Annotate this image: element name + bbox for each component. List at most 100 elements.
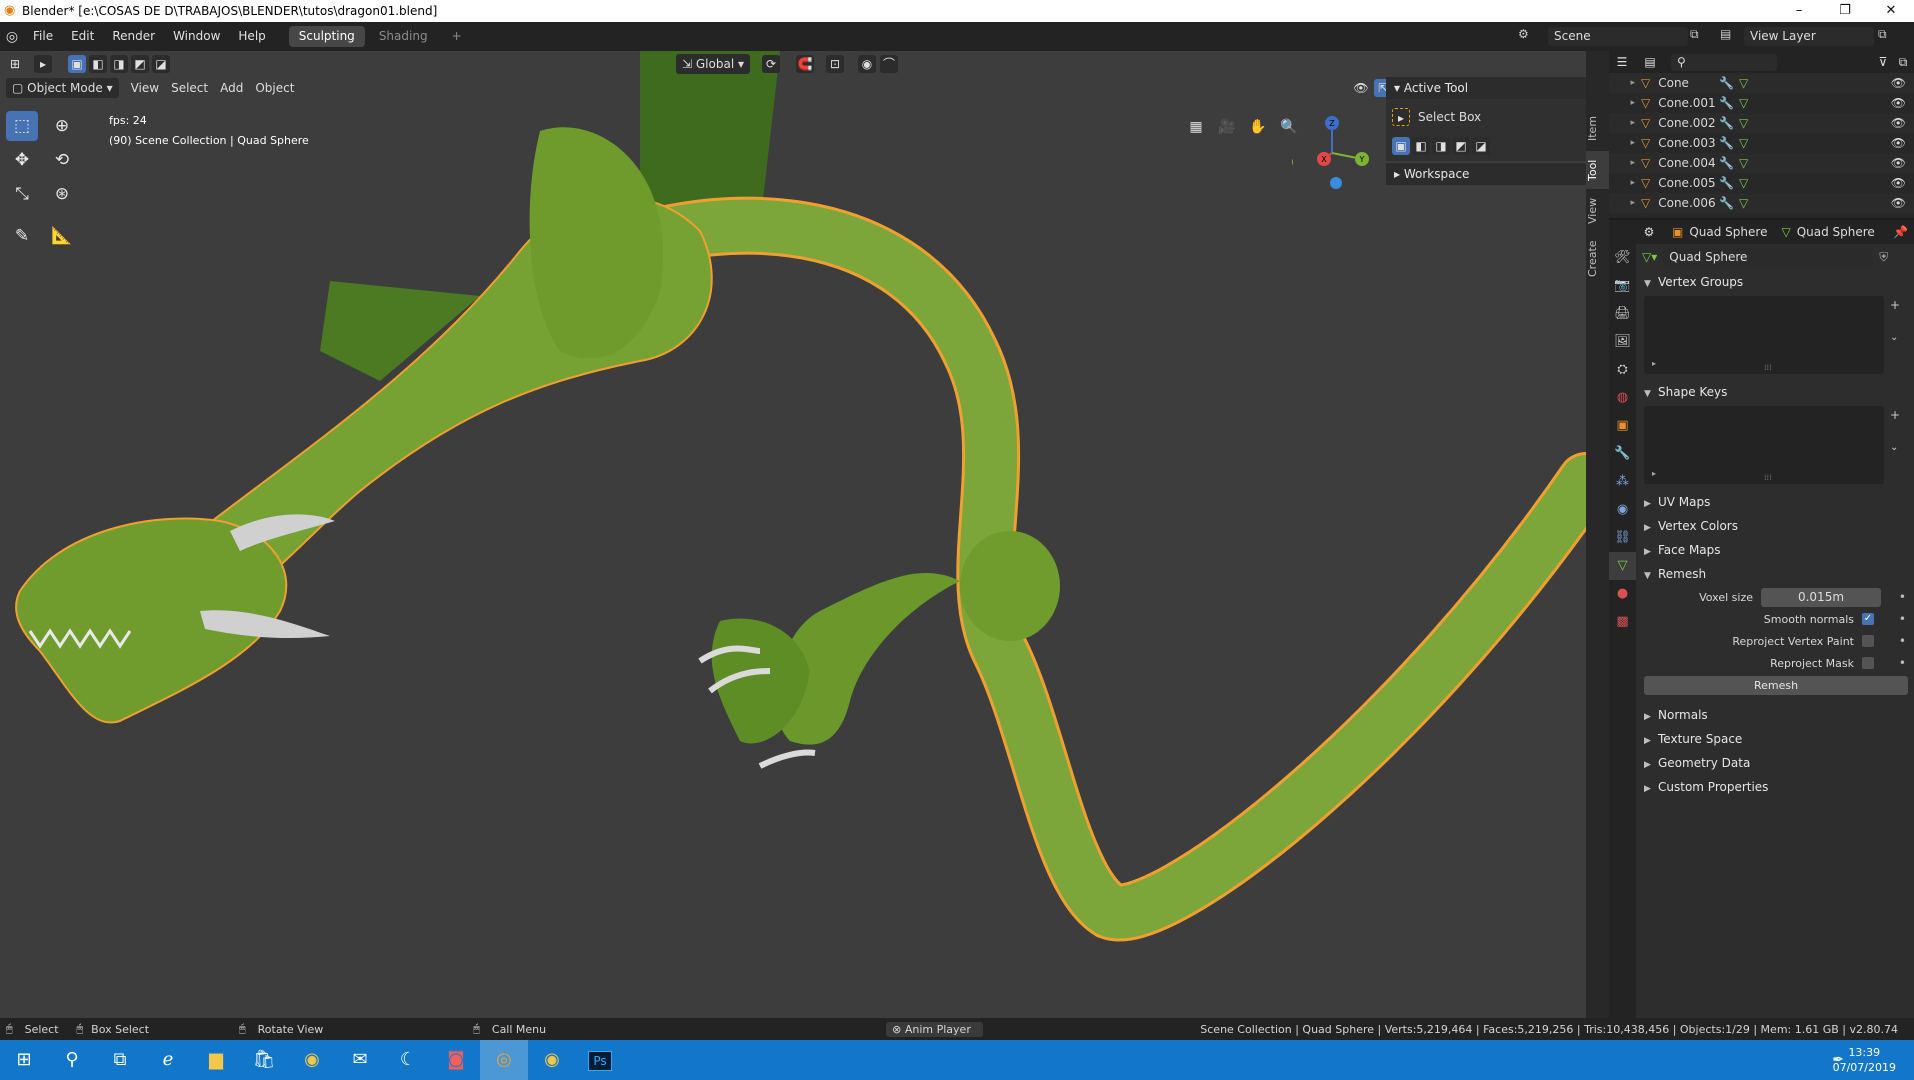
mail-icon[interactable]: ✉ (336, 1040, 384, 1080)
select-mode-extend-icon[interactable]: ◧ (89, 55, 107, 73)
outliner-row[interactable]: ▸ ▽ Cone.004 🔧 ▽ 👁 (1609, 153, 1914, 173)
scene-icon[interactable]: ⚙ (1518, 27, 1529, 41)
scale-tool-icon[interactable]: ⤡ (6, 179, 38, 209)
list-expand-icon[interactable]: ▸ (1652, 469, 1656, 478)
mesh-name-field[interactable]: Quad Sphere (1663, 247, 1874, 267)
menu-help[interactable]: Help (229, 22, 274, 51)
proportional-edit-icon[interactable]: ◉ (858, 55, 876, 73)
uv-maps-panel[interactable]: ▶ UV Maps (1636, 490, 1914, 514)
geometry-data-panel[interactable]: ▶ Geometry Data (1636, 751, 1914, 775)
editor-type-icon[interactable]: ⊞ (6, 55, 24, 73)
cursor-tool-icon[interactable]: ⊕ (46, 111, 78, 141)
shape-keys-panel[interactable]: ▼ Shape Keys (1636, 380, 1914, 404)
menu-file[interactable]: File (24, 22, 62, 51)
animate-dot-icon[interactable]: • (1899, 612, 1906, 626)
scene-tab-icon[interactable]: ⛭ (1609, 356, 1636, 384)
visibility-icon[interactable]: 👁 (1352, 79, 1370, 97)
menu-add[interactable]: Add (214, 78, 249, 98)
anim-player-job[interactable]: ⊗ Anim Player (886, 1021, 983, 1037)
axis-gizmo[interactable]: Z Y X (1292, 113, 1372, 193)
mesh-browse-icon[interactable]: ▽▾ (1642, 250, 1657, 264)
outliner-editor-icon[interactable]: ☰ (1613, 53, 1631, 71)
measure-tool-icon[interactable]: 📐 (46, 221, 78, 251)
shape-key-menu-icon[interactable]: ⌄ (1890, 442, 1898, 453)
visibility-eye-icon[interactable]: 👁 (1891, 113, 1906, 133)
particles-icon[interactable]: ⁂ (1609, 468, 1636, 496)
normals-panel[interactable]: ▶ Normals (1636, 703, 1914, 727)
select-tool-icon[interactable]: ▸ (34, 55, 52, 73)
outliner-search-input[interactable]: ⚲ (1671, 53, 1777, 71)
select-mode-new-icon[interactable]: ▣ (68, 55, 86, 73)
animate-dot-icon[interactable]: • (1899, 634, 1906, 648)
add-vertex-group-icon[interactable]: + (1890, 298, 1900, 312)
select-box-tool-icon[interactable]: ⬚ (6, 111, 38, 141)
mode-intersect-icon[interactable]: ◪ (1472, 137, 1490, 155)
select-mode-invert-icon[interactable]: ◩ (131, 55, 149, 73)
new-view-layer-icon[interactable]: ⧉ (1878, 27, 1887, 42)
mode-extend-icon[interactable]: ◧ (1412, 137, 1430, 155)
display-mode-icon[interactable]: ▤ (1641, 53, 1659, 71)
snap-target-icon[interactable]: ⊡ (826, 55, 844, 73)
fake-user-icon[interactable]: ⛨ (1879, 250, 1888, 265)
file-explorer-icon[interactable]: ▆ (192, 1040, 240, 1080)
clock[interactable]: 13:39 07/07/2019 (1833, 1045, 1896, 1075)
remesh-panel[interactable]: ▼ Remesh (1636, 562, 1914, 586)
chrome-icon-2[interactable]: ◉ (528, 1040, 576, 1080)
texture-icon[interactable]: ▩ (1609, 608, 1636, 636)
tab-shading[interactable]: Shading (369, 26, 438, 47)
reproject-vertex-paint-checkbox[interactable] (1862, 635, 1874, 647)
minimize-button[interactable]: – (1776, 0, 1822, 22)
vertex-group-menu-icon[interactable]: ⌄ (1890, 332, 1898, 343)
texture-space-panel[interactable]: ▶ Texture Space (1636, 727, 1914, 751)
task-view-icon[interactable]: ⧉ (96, 1040, 144, 1080)
pivot-point-icon[interactable]: ⟳ (762, 55, 780, 73)
view-layer-field[interactable]: View Layer (1744, 27, 1874, 46)
close-button[interactable]: ✕ (1868, 0, 1914, 22)
rotate-tool-icon[interactable]: ⟲ (46, 145, 78, 175)
discord-icon[interactable]: ◙ (432, 1040, 480, 1080)
select-mode-subtract-icon[interactable]: ◨ (110, 55, 128, 73)
outliner-row[interactable]: ▸ ▽ Cone.001 🔧 ▽ 👁 (1609, 93, 1914, 113)
material-icon[interactable]: ● (1609, 580, 1636, 608)
outliner-row[interactable]: ▸ ▽ Cone.005 🔧 ▽ 👁 (1609, 173, 1914, 193)
blender-menu-icon[interactable]: ◎ (0, 29, 24, 45)
outliner-row[interactable]: ▸ ▽ Cone.006 🔧 ▽ 👁 (1609, 193, 1914, 213)
visibility-eye-icon[interactable]: 👁 (1891, 173, 1906, 193)
world-icon[interactable]: ◍ (1609, 384, 1636, 412)
voxel-size-field[interactable]: 0.015m (1761, 587, 1881, 607)
outliner-row[interactable]: ▸ ▽ Cone.002 🔧 ▽ 👁 (1609, 113, 1914, 133)
tool-settings-icon[interactable]: 🛠 (1609, 244, 1636, 272)
outliner-row[interactable]: ▸ ▽ Cone.003 🔧 ▽ 👁 (1609, 133, 1914, 153)
vertex-groups-list[interactable]: ▸ ⁞⁞⁞ (1644, 296, 1884, 374)
tab-item[interactable]: Item (1586, 107, 1609, 149)
pan-hand-icon[interactable]: ✋ (1246, 115, 1270, 139)
search-icon[interactable]: ⚲ (48, 1040, 96, 1080)
cancel-job-icon[interactable]: ⊗ (892, 1023, 905, 1036)
visibility-eye-icon[interactable]: 👁 (1891, 133, 1906, 153)
tab-sculpting[interactable]: Sculpting (288, 26, 365, 47)
menu-render[interactable]: Render (103, 22, 164, 51)
custom-properties-panel[interactable]: ▶ Custom Properties (1636, 775, 1914, 799)
animate-dot-icon[interactable]: • (1899, 656, 1906, 670)
camera-view-icon[interactable]: 🎥 (1215, 115, 1239, 139)
render-icon[interactable]: 📷 (1609, 272, 1636, 300)
start-icon[interactable]: ⊞ (0, 1040, 48, 1080)
visibility-eye-icon[interactable]: 👁 (1891, 193, 1906, 213)
constraints-icon[interactable]: ⛓ (1609, 524, 1636, 552)
tab-create[interactable]: Create (1586, 233, 1609, 285)
shape-keys-list[interactable]: ▸ ⁞⁞⁞ (1644, 406, 1884, 484)
animate-dot-icon[interactable]: • (1899, 590, 1906, 604)
properties-editor-icon[interactable]: ⚙ (1640, 223, 1658, 241)
gizmo-neg-z[interactable] (1330, 177, 1342, 189)
list-resize-handle[interactable]: ⁞⁞⁞ (1764, 363, 1772, 372)
move-tool-icon[interactable]: ✥ (6, 145, 38, 175)
scene-field[interactable]: Scene (1548, 27, 1688, 46)
menu-object[interactable]: Object (249, 78, 300, 98)
view-layer-tab-icon[interactable]: 🖼 (1609, 328, 1636, 356)
new-collection-icon[interactable]: ⧉ (1894, 53, 1912, 71)
menu-window[interactable]: Window (164, 22, 229, 51)
workspace-section[interactable]: ▸ Workspace (1386, 163, 1586, 185)
mode-subtract-icon[interactable]: ◨ (1432, 137, 1450, 155)
pin-icon[interactable]: 📌 (1893, 220, 1908, 244)
remesh-button[interactable]: Remesh (1644, 676, 1908, 695)
